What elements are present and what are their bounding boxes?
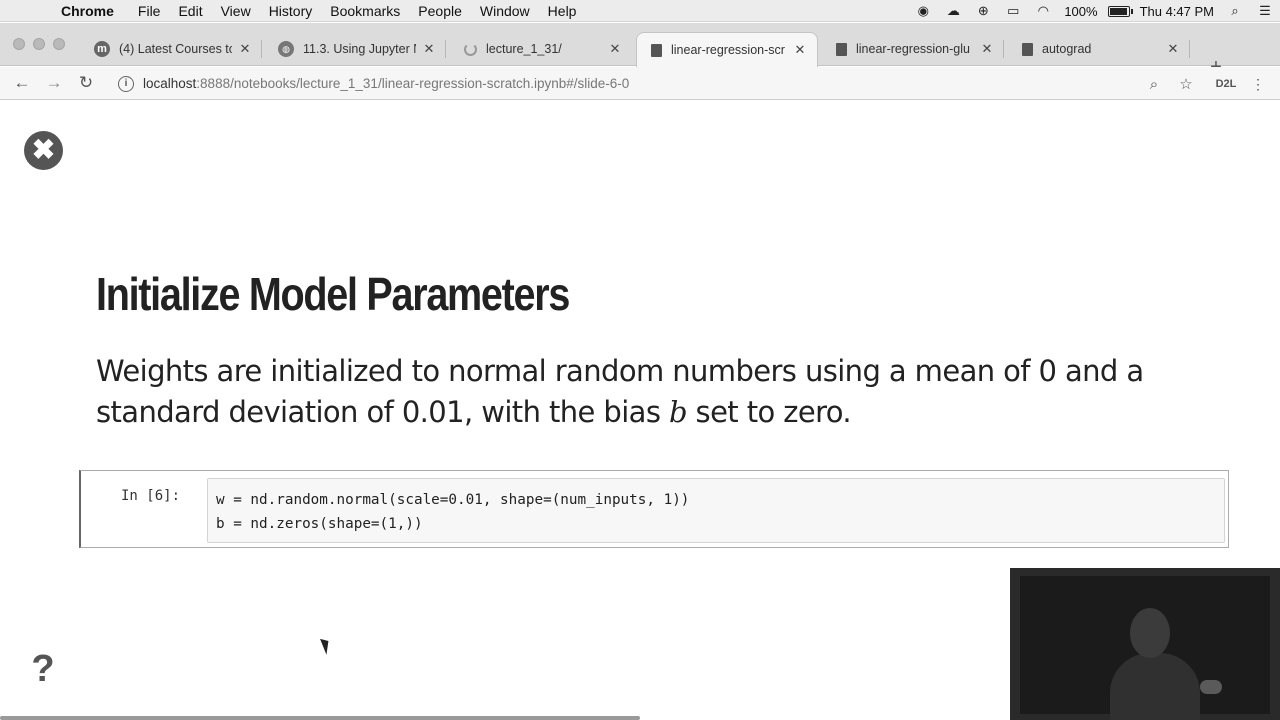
battery-percent: 100% (1064, 3, 1098, 19)
forward-arrow-icon[interactable]: → (42, 71, 66, 95)
wifi-icon[interactable]: ◠ (1032, 2, 1054, 20)
airplay-icon[interactable]: ▭ (1002, 2, 1024, 20)
tab-title: 11.3. Using Jupyter N (303, 42, 416, 56)
macos-menu-bar: Chrome File Edit View History Bookmarks … (0, 0, 1280, 22)
menu-window[interactable]: Window (471, 3, 539, 19)
document-icon (836, 42, 847, 56)
clock[interactable]: Thu 4:47 PM (1140, 4, 1214, 19)
slide-paragraph: Weights are initialized to normal random… (96, 351, 1196, 433)
horizontal-scrollbar[interactable] (0, 716, 640, 720)
cloud-upload-icon[interactable]: ☁ (942, 2, 964, 20)
close-tab-icon[interactable]: ✕ (608, 41, 622, 57)
tab-title: linear-regression-glu (856, 42, 970, 56)
menu-chrome[interactable]: Chrome (52, 3, 123, 19)
menu-edit[interactable]: Edit (169, 3, 211, 19)
zoom-icon[interactable]: ⌕ (1144, 74, 1164, 94)
address-bar[interactable]: i localhost:8888/notebooks/lecture_1_31/… (110, 71, 1210, 96)
close-tab-icon[interactable]: ✕ (980, 41, 994, 57)
tab-title: linear-regression-scr (671, 43, 785, 57)
tab-title: autograd (1042, 42, 1092, 56)
code-editor[interactable]: w = nd.random.normal(scale=0.01, shape=(… (207, 478, 1225, 543)
menu-history[interactable]: History (260, 3, 322, 19)
url-host: localhost (143, 76, 197, 91)
globe-icon[interactable]: ⊕ (972, 2, 994, 20)
tab-title: lecture_1_31/ (486, 42, 562, 56)
document-icon (651, 43, 662, 57)
d2l-extension-button[interactable]: D2L (1210, 74, 1242, 94)
close-slideshow-icon[interactable]: ✖ (24, 131, 63, 170)
mouse-cursor-icon (320, 636, 333, 655)
zoom-window-button[interactable] (53, 38, 65, 50)
site-info-icon[interactable]: i (118, 75, 134, 92)
slide-title: Initialize Model Parameters (96, 268, 570, 320)
url-text[interactable]: localhost:8888/notebooks/lecture_1_31/li… (143, 76, 629, 91)
close-tab-icon[interactable]: ✕ (422, 41, 436, 57)
input-prompt: In [6]: (121, 488, 181, 504)
battery-icon[interactable] (1107, 2, 1133, 20)
tab-autograd[interactable]: autograd ✕ (1008, 32, 1190, 66)
menu-people[interactable]: People (409, 3, 471, 19)
m-circle-icon: m (94, 41, 110, 57)
menu-view[interactable]: View (212, 3, 260, 19)
close-tab-icon[interactable]: ✕ (793, 42, 807, 58)
close-tab-icon[interactable]: ✕ (238, 41, 252, 57)
tab-latest-courses[interactable]: m (4) Latest Courses to ✕ (80, 32, 262, 66)
tab-linear-regression-gluon[interactable]: linear-regression-glu ✕ (822, 32, 1004, 66)
presenter-hand (1200, 680, 1222, 694)
math-symbol-b: b (668, 395, 688, 429)
close-tab-icon[interactable]: ✕ (1166, 41, 1180, 57)
url-path: :8888/notebooks/lecture_1_31/linear-regr… (196, 76, 630, 91)
close-window-button[interactable] (13, 38, 25, 50)
spotlight-search-icon[interactable]: ⌕ (1224, 2, 1246, 20)
menu-file[interactable]: File (129, 3, 170, 19)
webcam-overlay (1010, 568, 1280, 720)
minimize-window-button[interactable] (33, 38, 45, 50)
loading-spinner-icon (464, 42, 477, 56)
paragraph-text-part: set to zero. (686, 395, 852, 429)
code-cell[interactable]: In [6]: w = nd.random.normal(scale=0.01,… (79, 470, 1229, 548)
notification-center-icon[interactable]: ☰ (1254, 2, 1276, 20)
presenter-body (1110, 653, 1200, 720)
presenter-head (1130, 608, 1170, 658)
window-controls (13, 38, 65, 50)
code-line[interactable]: w = nd.random.normal(scale=0.01, shape=(… (216, 488, 1224, 512)
document-icon (1022, 42, 1033, 56)
tab-lecture-1-31[interactable]: lecture_1_31/ ✕ (450, 32, 632, 66)
tab-using-jupyter[interactable]: ◍ 11.3. Using Jupyter N ✕ (264, 32, 446, 66)
tab-strip: m (4) Latest Courses to ✕ ◍ 11.3. Using … (0, 23, 1280, 77)
browser-toolbar: ← → ↻ i localhost:8888/notebooks/lecture… (0, 67, 1280, 100)
tab-title: (4) Latest Courses to (119, 42, 232, 56)
paragraph-text-part: Weights are initialized to normal random… (96, 354, 1144, 429)
status-area: ◉ ☁ ⊕ ▭ ◠ 100% Thu 4:47 PM ⌕ ☰ (908, 0, 1280, 22)
menu-help[interactable]: Help (539, 3, 586, 19)
reload-icon[interactable]: ↻ (74, 71, 98, 95)
chrome-menu-icon[interactable]: ⋮ (1251, 74, 1265, 94)
slide-viewport: ✖ Initialize Model Parameters Weights ar… (0, 101, 1280, 720)
creative-cloud-icon[interactable]: ◉ (912, 2, 934, 20)
help-question-icon[interactable]: ? (28, 649, 58, 689)
bookmark-star-icon[interactable]: ☆ (1176, 74, 1196, 94)
globe-icon: ◍ (278, 41, 294, 57)
back-arrow-icon[interactable]: ← (10, 71, 34, 95)
menu-bookmarks[interactable]: Bookmarks (321, 3, 409, 19)
code-line[interactable]: b = nd.zeros(shape=(1,)) (216, 512, 1224, 536)
tab-linear-regression-scratch[interactable]: linear-regression-scr ✕ (636, 32, 818, 67)
